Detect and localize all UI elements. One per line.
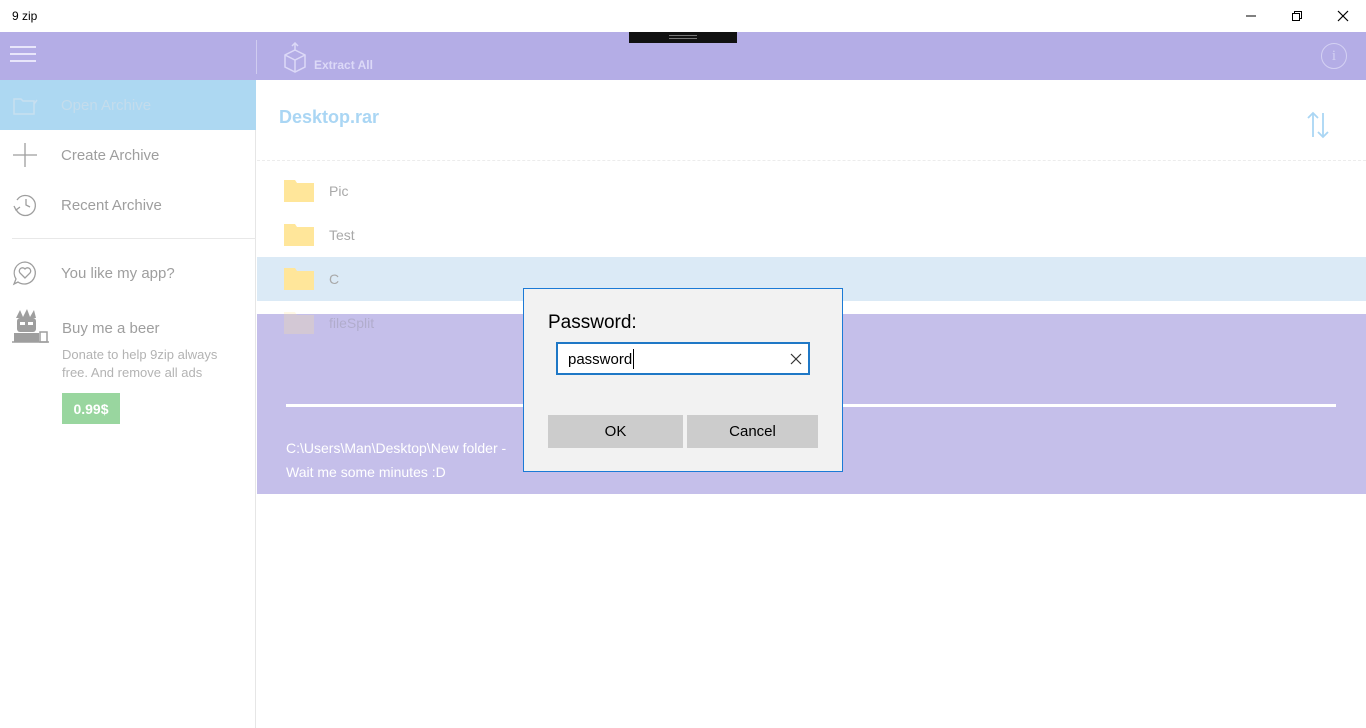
sidebar-item-label: Create Archive xyxy=(61,146,160,164)
progress-message: Wait me some minutes :D xyxy=(286,464,446,480)
restore-icon xyxy=(1292,11,1302,21)
file-row[interactable]: Test xyxy=(257,213,1366,257)
sort-icon[interactable] xyxy=(1305,110,1331,140)
plus-icon xyxy=(13,143,37,167)
hamburger-line xyxy=(10,53,36,55)
box-icon xyxy=(284,42,306,73)
sidebar-item-open-archive[interactable]: Open Archive xyxy=(0,80,256,130)
folder-open-icon xyxy=(13,98,38,115)
info-button[interactable]: i xyxy=(1321,43,1347,69)
info-icon: i xyxy=(1331,47,1337,64)
hamburger-line xyxy=(10,60,36,62)
file-name: Pic xyxy=(329,183,349,199)
file-row[interactable]: Pic xyxy=(257,169,1366,213)
sidebar-item-label: Open Archive xyxy=(61,96,152,114)
minimize-icon xyxy=(1246,15,1256,17)
hamburger-line xyxy=(10,46,36,48)
password-input[interactable]: password xyxy=(556,342,810,375)
folder-icon xyxy=(284,180,314,202)
sidebar-divider xyxy=(12,238,256,239)
cancel-button[interactable]: Cancel xyxy=(687,415,818,448)
drag-handle[interactable] xyxy=(629,32,737,43)
app-window: 9 zip Extract All i Open Archive Create … xyxy=(0,0,1366,728)
restore-button[interactable] xyxy=(1274,0,1320,32)
file-name: C xyxy=(329,271,340,287)
window-title: 9 zip xyxy=(12,9,38,23)
folder-icon xyxy=(284,224,314,246)
sidebar-item-label: Recent Archive xyxy=(61,196,162,214)
sidebar-item-recent-archive[interactable]: Recent Archive xyxy=(0,180,256,230)
close-button[interactable] xyxy=(1320,0,1366,32)
sidebar: Open Archive Create Archive Recent Archi… xyxy=(0,80,256,728)
donate-description: Donate to help 9zip always free. And rem… xyxy=(62,347,218,380)
text-caret xyxy=(633,349,634,369)
hamburger-menu-button[interactable] xyxy=(10,46,38,66)
progress-path: C:\Users\Man\Desktop\New folder - xyxy=(286,440,507,456)
title-bar: 9 zip xyxy=(0,0,1366,32)
file-row: fileSplit xyxy=(257,301,517,345)
extract-all-label: Extract All xyxy=(314,58,373,72)
archive-title: Desktop.rar xyxy=(279,107,380,127)
clear-icon[interactable] xyxy=(788,351,804,367)
minimize-button[interactable] xyxy=(1228,0,1274,32)
donate-title: Buy me a beer xyxy=(62,320,160,337)
ok-button[interactable]: OK xyxy=(548,415,683,448)
folder-icon xyxy=(284,312,314,334)
heart-bubble-icon xyxy=(12,261,36,286)
donate-price-button[interactable]: 0.99$ xyxy=(62,393,120,424)
header-divider xyxy=(257,160,1366,161)
sidebar-item-create-archive[interactable]: Create Archive xyxy=(0,130,256,180)
folder-icon xyxy=(284,268,314,290)
dialog-title: Password: xyxy=(548,312,637,333)
password-dialog: Password: password OK Cancel xyxy=(523,288,843,472)
beer-mascot-icon xyxy=(12,309,49,343)
drag-handle-line xyxy=(669,35,697,36)
close-icon xyxy=(1337,10,1349,22)
file-name: fileSplit xyxy=(329,315,375,331)
drag-handle-line xyxy=(669,38,697,39)
extract-all-button[interactable]: Extract All xyxy=(282,40,373,74)
sidebar-item-label: You like my app? xyxy=(61,264,175,282)
sidebar-item-rate-app[interactable]: You like my app? xyxy=(0,248,256,298)
history-icon xyxy=(13,194,37,217)
toolbar-divider xyxy=(256,40,257,74)
password-value: password xyxy=(568,351,633,368)
file-name: Test xyxy=(329,227,355,243)
